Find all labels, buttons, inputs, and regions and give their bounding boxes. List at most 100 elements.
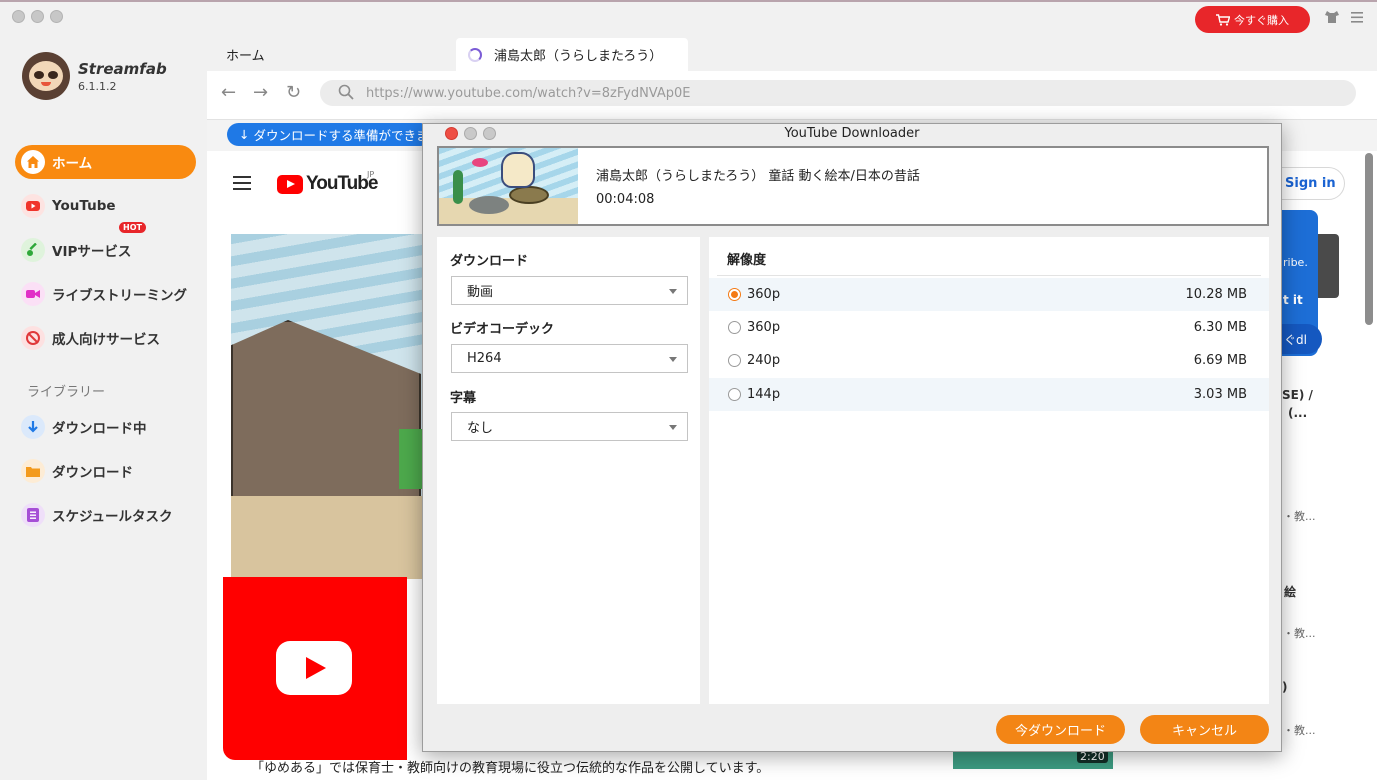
youtube-menu-icon[interactable] — [233, 176, 251, 194]
theme-icon[interactable] — [1325, 11, 1339, 27]
back-arrow-icon[interactable]: ← — [221, 82, 236, 103]
resolution-size: 10.28 MB — [1185, 287, 1247, 302]
zoom-window-button[interactable] — [50, 10, 63, 23]
promo-button[interactable]: ぐdl — [1282, 324, 1322, 354]
resolution-option[interactable]: 144p 3.03 MB — [709, 378, 1269, 411]
close-window-button[interactable] — [12, 10, 25, 23]
sidebar-item-label: ライブストリーミング — [52, 288, 187, 304]
youtube-play-icon — [277, 174, 303, 194]
side-video-meta: ・教... — [1283, 510, 1316, 523]
forward-arrow-icon[interactable]: → — [253, 82, 268, 103]
youtube-play-overlay-icon[interactable] — [223, 577, 407, 760]
video-info-card: 浦島太郎（うらしまたろう） 童話 動く絵本/日本の昔話 00:04:08 — [437, 146, 1269, 226]
download-options-panel: ダウンロード 動画 ビデオコーデック H264 字幕 なし — [437, 237, 700, 704]
sidebar-item-label: スケジュールタスク — [52, 509, 173, 525]
window-controls — [12, 10, 63, 23]
radio-unselected[interactable] — [728, 388, 741, 401]
download-ready-button[interactable]: ↓ ダウンロードする準備ができました — [227, 123, 432, 146]
subtitle-select[interactable]: なし — [451, 412, 688, 441]
download-ready-label: ダウンロードする準備ができました — [253, 128, 432, 143]
sidebar-item-vip[interactable]: VIPサービス HOT — [15, 222, 196, 267]
chevron-down-icon — [669, 357, 677, 362]
side-video-meta: ・教... — [1283, 627, 1316, 640]
youtube-logo[interactable]: YouTube — [277, 173, 378, 195]
download-now-button[interactable]: 今ダウンロード — [996, 715, 1125, 744]
sidebar-item-youtube[interactable]: YouTube — [15, 189, 196, 223]
download-type-label: ダウンロード — [450, 254, 529, 269]
video-camera-icon — [21, 282, 45, 306]
tab-home[interactable]: ホーム — [226, 45, 265, 64]
library-heading: ライブラリー — [27, 385, 106, 400]
reload-icon[interactable]: ↻ — [286, 82, 301, 103]
radio-selected[interactable] — [728, 288, 741, 301]
codec-value: H264 — [467, 351, 502, 366]
side-video-title[interactable]: SE) / — [1282, 388, 1313, 402]
side-video-title[interactable]: 絵 — [1284, 583, 1296, 600]
tab-video[interactable]: 浦島太郎（うらしまたろう） — [456, 38, 688, 71]
chevron-down-icon — [669, 425, 677, 430]
sidebar-item-live-streaming[interactable]: ライブストリーミング — [15, 277, 196, 311]
promo-text: t it — [1283, 293, 1303, 307]
url-input[interactable]: https://www.youtube.com/watch?v=8zFydNVA… — [320, 80, 1356, 106]
page-scrollbar[interactable] — [1365, 153, 1373, 325]
radio-unselected[interactable] — [728, 321, 741, 334]
download-arrow-icon: ↓ — [239, 127, 250, 142]
promo-thumbnail — [1318, 234, 1339, 298]
resolution-option[interactable]: 360p 10.28 MB — [709, 278, 1269, 311]
loading-spinner-icon — [468, 47, 482, 62]
sidebar-item-scheduled-tasks[interactable]: スケジュールタスク — [15, 498, 196, 532]
side-video-title[interactable]: (... — [1288, 406, 1307, 420]
download-arrow-icon — [21, 415, 45, 439]
search-icon — [338, 84, 354, 100]
streamfab-logo-icon — [22, 52, 70, 100]
menu-icon[interactable] — [1351, 11, 1363, 27]
list-icon — [21, 503, 45, 527]
sidebar-item-adult-services[interactable]: 成人向けサービス — [15, 321, 196, 355]
video-description: 「ゆめある」では保育士・教師向けの教育現場に役立つ伝統的な作品を公開しています。 — [251, 761, 770, 776]
resolution-option[interactable]: 240p 6.69 MB — [709, 344, 1269, 377]
buy-now-button[interactable]: 今すぐ購入 — [1195, 6, 1310, 33]
resolution-label: 240p — [747, 353, 781, 368]
key-icon — [21, 238, 45, 262]
resolution-label: 360p — [747, 320, 781, 335]
resolution-label: 144p — [747, 387, 781, 402]
subtitle-value: なし — [467, 421, 494, 436]
video-player[interactable] — [231, 234, 423, 579]
sidebar-item-label: VIPサービス — [52, 244, 132, 260]
video-title: 浦島太郎（うらしまたろう） 童話 動く絵本/日本の昔話 — [596, 169, 920, 184]
side-video-meta: ・教... — [1283, 724, 1316, 737]
radio-unselected[interactable] — [728, 354, 741, 367]
cancel-button[interactable]: キャンセル — [1140, 715, 1269, 744]
youtube-downloader-dialog: YouTube Downloader 浦島太郎（うらしまたろう） 童話 動く絵本… — [422, 123, 1282, 752]
resolution-option[interactable]: 360p 6.30 MB — [709, 311, 1269, 344]
chevron-down-icon — [669, 289, 677, 294]
download-type-select[interactable]: 動画 — [451, 276, 688, 305]
sidebar-item-downloaded[interactable]: ダウンロード — [15, 454, 196, 488]
home-icon — [21, 150, 45, 174]
download-type-value: 動画 — [467, 285, 494, 300]
side-video-title[interactable]: ) — [1282, 680, 1287, 694]
eighteen-plus-icon — [21, 326, 45, 350]
sidebar-item-label: ダウンロード — [52, 465, 133, 481]
folder-icon — [21, 459, 45, 483]
sidebar-item-downloading[interactable]: ダウンロード中 — [15, 410, 196, 444]
tab-video-label: 浦島太郎（うらしまたろう） — [494, 49, 663, 64]
video-duration: 00:04:08 — [596, 192, 655, 207]
resolution-label: 360p — [747, 287, 781, 302]
video-thumbnail — [439, 148, 578, 224]
resolution-size: 6.30 MB — [1193, 320, 1247, 335]
sidebar-item-home[interactable]: ホーム — [15, 145, 196, 179]
promo-text: ribe. — [1283, 256, 1308, 269]
sign-in-button[interactable]: Sign in — [1280, 167, 1345, 200]
minimize-window-button[interactable] — [31, 10, 44, 23]
hot-badge: HOT — [119, 222, 146, 233]
resolution-heading: 解像度 — [727, 253, 767, 268]
subtitle-label: 字幕 — [450, 391, 477, 406]
resolution-size: 3.03 MB — [1193, 387, 1247, 402]
buy-now-label: 今すぐ購入 — [1234, 13, 1289, 27]
youtube-region: JP — [367, 170, 375, 179]
sidebar-item-label: ダウンロード中 — [52, 421, 147, 437]
app-version: 6.1.1.2 — [78, 80, 117, 93]
sidebar-item-label: ホーム — [52, 156, 93, 172]
codec-select[interactable]: H264 — [451, 344, 688, 373]
